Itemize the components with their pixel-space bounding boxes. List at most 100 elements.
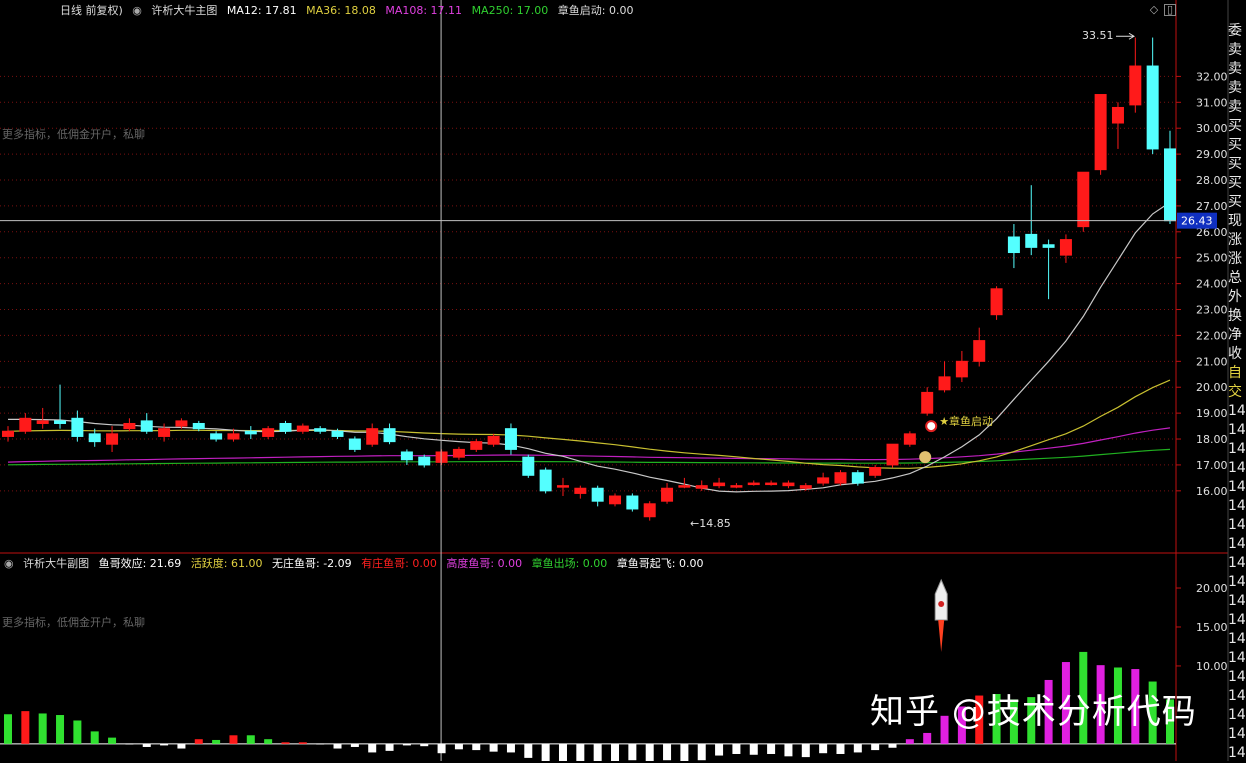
- quote-panel-label: 14: [1228, 593, 1246, 609]
- sub-bar: [645, 743, 654, 761]
- sub-bar: [749, 743, 758, 755]
- sub-value-7: 章鱼哥起飞: 0.00: [616, 557, 704, 570]
- rocket-window: [938, 601, 945, 607]
- sub-bar: [90, 731, 99, 744]
- candle-body-fill: [678, 485, 690, 488]
- candle-body-fill: [1077, 172, 1089, 227]
- candle-body-fill: [262, 428, 274, 437]
- candle-body-fill: [609, 496, 621, 504]
- sub-bar: [663, 743, 672, 761]
- ma108-value: MA108: 17.11: [385, 4, 463, 17]
- y-tick-label: 25.00: [1196, 252, 1228, 265]
- candle-body: [1164, 148, 1176, 222]
- sub-bar: [905, 739, 914, 744]
- sub-y-tick-label: 20.00: [1196, 582, 1228, 595]
- candle-body-fill: [887, 444, 899, 465]
- sub-indicator-toggle-icon[interactable]: ◉: [4, 557, 14, 570]
- y-tick-label: 31.00: [1196, 96, 1228, 109]
- y-tick-label: 19.00: [1196, 407, 1228, 420]
- sub-bar: [784, 743, 793, 757]
- moneybag-icon: [919, 451, 932, 464]
- quote-panel-label: 14: [1228, 612, 1246, 628]
- candle-body-fill: [557, 485, 569, 488]
- sub-bar: [108, 737, 117, 744]
- main-faint-text: 更多指标，低佣金开户，私聊: [2, 128, 145, 141]
- candle-body: [210, 433, 223, 440]
- candle-body: [504, 428, 517, 450]
- quote-panel-label: 14: [1228, 403, 1246, 419]
- sub-indicator-name[interactable]: 许析大牛副图: [23, 557, 89, 570]
- candle-body-fill: [2, 431, 14, 437]
- period-label: 日线 前复权): [60, 4, 123, 17]
- sub-bar: [350, 743, 359, 747]
- current-price-label: 26.43: [1181, 215, 1213, 228]
- y-tick-label: 30.00: [1196, 122, 1228, 135]
- candle-body-fill: [1129, 66, 1141, 105]
- sub-bar: [472, 743, 481, 751]
- y-tick-label: 21.00: [1196, 355, 1228, 368]
- sub-bar: [264, 739, 273, 744]
- sub-bar: [611, 743, 620, 761]
- quote-panel-label: 14: [1228, 650, 1246, 666]
- quote-panel-label: 现: [1228, 213, 1242, 229]
- sub-bar: [576, 743, 585, 761]
- sub-value-6: 章鱼出场: 0.00: [531, 557, 608, 570]
- indicator-toggle-icon[interactable]: ◉: [132, 4, 142, 17]
- sub-bar: [489, 743, 498, 752]
- sub-bar: [125, 743, 134, 745]
- y-tick-label: 29.00: [1196, 148, 1228, 161]
- quote-panel-label: 换: [1228, 308, 1242, 324]
- sub-y-tick-label: 15.00: [1196, 621, 1228, 634]
- candle-body-fill: [921, 392, 933, 414]
- y-tick-label: 32.00: [1196, 70, 1228, 83]
- candle-body-fill: [1095, 94, 1107, 170]
- sub-bar: [888, 743, 897, 748]
- candlestick-chart[interactable]: 16.00 17.00 18.00 19.00 20.00 21.00 22.00 23.00…: [0, 0, 1246, 761]
- candle-body-fill: [488, 436, 500, 445]
- quote-panel-label: 净: [1228, 327, 1242, 343]
- quote-panel-label: 14: [1228, 536, 1246, 552]
- quote-panel-label: 14: [1228, 422, 1246, 438]
- ma36-value: MA36: 18.08: [306, 4, 376, 17]
- candle-body-fill: [37, 420, 49, 424]
- high-price-label: 33.51: [1082, 29, 1114, 42]
- candle-body-fill: [106, 433, 118, 445]
- quote-panel-label: 卖: [1228, 42, 1242, 58]
- y-tick-label: 28.00: [1196, 174, 1228, 187]
- candle-body: [591, 487, 604, 502]
- y-tick-label: 20.00: [1196, 381, 1228, 394]
- panel-toggle-icon[interactable]: ▯: [1164, 4, 1176, 16]
- diamond-icon[interactable]: ◇: [1148, 4, 1160, 16]
- quote-panel-label: 买: [1228, 156, 1242, 172]
- sub-bar: [454, 743, 463, 750]
- quote-panel-label: 14: [1228, 479, 1246, 495]
- candle-body-fill: [748, 483, 760, 485]
- sub-bar: [177, 743, 186, 749]
- sub-bar: [73, 720, 82, 744]
- candle-body-fill: [817, 477, 829, 484]
- quote-panel-label: 买: [1228, 175, 1242, 191]
- sub-bar: [160, 743, 169, 746]
- candle-body: [1146, 65, 1159, 150]
- sub-value-2: 活跃度: 61.00: [190, 557, 263, 570]
- sub-value-5: 高度鱼哥: 0.00: [446, 557, 523, 570]
- sub-bar: [229, 735, 238, 744]
- quote-panel-label: 买: [1228, 194, 1242, 210]
- candle-body-fill: [713, 483, 725, 486]
- sub-bar: [697, 743, 706, 761]
- y-tick-label: 23.00: [1196, 304, 1228, 317]
- candle-body: [400, 451, 413, 461]
- sub-bar: [316, 743, 325, 745]
- sub-bar: [819, 743, 828, 754]
- main-indicator-name[interactable]: 许析大牛主图: [151, 4, 217, 17]
- sub-bar: [385, 743, 394, 751]
- sub-y-tick-label: 10.00: [1196, 660, 1228, 673]
- quote-panel-label: 自: [1228, 365, 1242, 381]
- quote-panel-label: 14: [1228, 707, 1246, 723]
- sub-bar: [38, 713, 47, 744]
- sub-indicator-header: ◉ 许析大牛副图 鱼哥效应: 21.69 活跃度: 61.00 无庄鱼哥: -2…: [0, 554, 1176, 574]
- candle-body: [71, 417, 84, 437]
- quote-panel-label: 外: [1228, 289, 1242, 305]
- sub-bar: [333, 743, 342, 749]
- rocket-flame: [938, 620, 945, 652]
